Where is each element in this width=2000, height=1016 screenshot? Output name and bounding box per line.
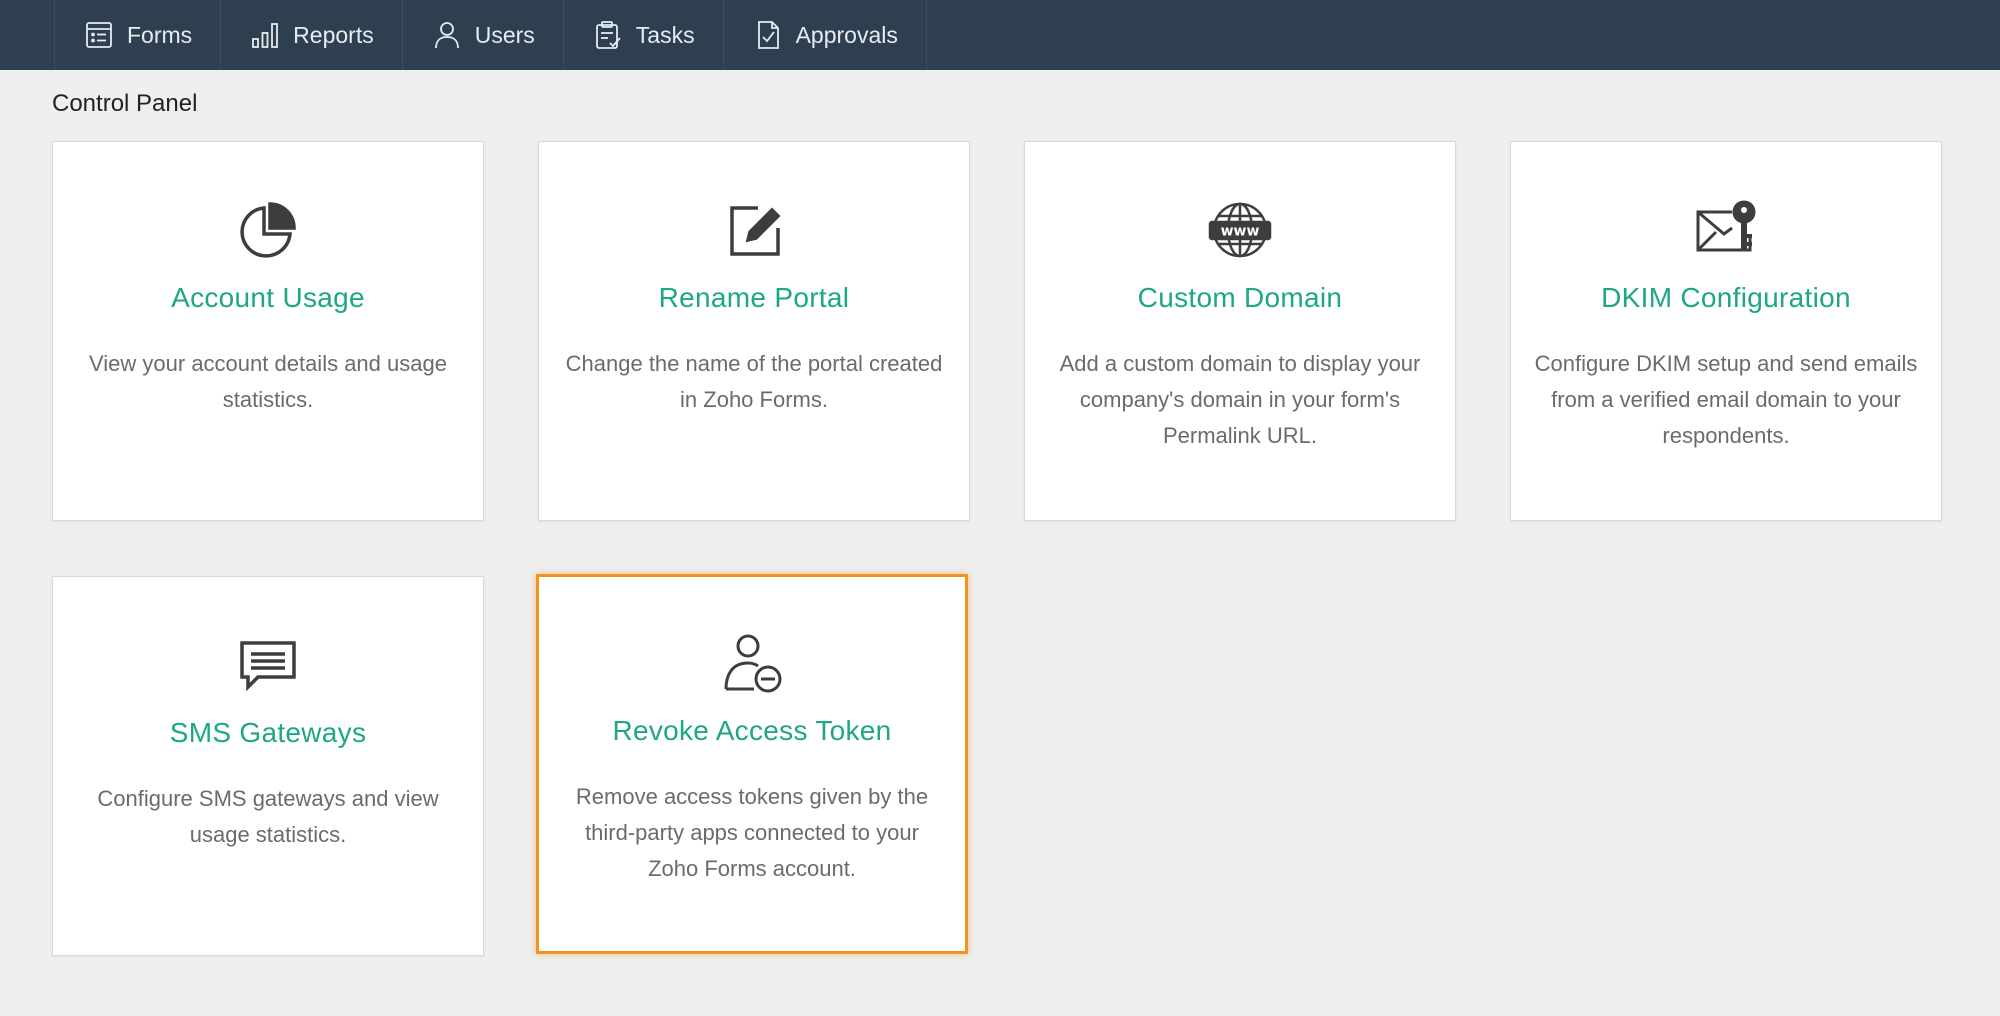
nav-item-label: Forms <box>127 21 193 48</box>
approvals-icon <box>752 19 784 51</box>
nav-item-reports[interactable]: Reports <box>220 0 402 70</box>
card-title: Rename Portal <box>658 282 850 313</box>
forms-icon <box>83 19 115 51</box>
main-nav: Forms Reports Users Tasks Approvals <box>54 0 927 70</box>
card-title: Revoke Access Token <box>612 715 892 746</box>
envelope-key-icon <box>1694 198 1758 262</box>
globe-www-icon: www <box>1208 198 1272 262</box>
card-description: Add a custom domain to display your comp… <box>1059 351 1421 448</box>
nav-item-forms[interactable]: Forms <box>54 0 220 70</box>
top-navigation-bar: Forms Reports Users Tasks Approvals <box>0 0 2000 70</box>
nav-item-label: Approvals <box>795 21 898 48</box>
card-description: Remove access tokens given by the third-… <box>575 784 929 881</box>
nav-item-users[interactable]: Users <box>401 0 563 70</box>
tasks-icon <box>592 19 624 51</box>
card-title: SMS Gateways <box>169 717 367 748</box>
nav-item-tasks[interactable]: Tasks <box>562 0 723 70</box>
card-description: View your account details and usage stat… <box>89 351 447 412</box>
reports-icon <box>249 19 281 51</box>
card-description: Change the name of the portal created in… <box>565 351 943 412</box>
edit-icon <box>722 198 786 262</box>
card-dkim-configuration[interactable]: DKIM Configuration Configure DKIM setup … <box>1510 141 1942 521</box>
pie-chart-icon <box>236 198 300 262</box>
nav-item-label: Reports <box>293 21 374 48</box>
card-title: Account Usage <box>171 282 365 313</box>
user-icon <box>431 19 463 51</box>
card-account-usage[interactable]: Account Usage View your account details … <box>52 141 484 521</box>
card-custom-domain[interactable]: www Custom Domain Add a custom domain to… <box>1024 141 1456 521</box>
chat-message-icon <box>236 633 300 697</box>
user-remove-icon <box>720 631 784 695</box>
card-revoke-access-token[interactable]: Revoke Access Token Remove access tokens… <box>536 574 968 954</box>
nav-item-label: Users <box>474 21 535 48</box>
card-sms-gateways[interactable]: SMS Gateways Configure SMS gateways and … <box>52 576 484 956</box>
card-title: DKIM Configuration <box>1601 282 1851 313</box>
card-description: Configure SMS gateways and view usage st… <box>97 786 439 847</box>
svg-text:www: www <box>1221 224 1260 240</box>
page-title: Control Panel <box>52 90 198 117</box>
card-rename-portal[interactable]: Rename Portal Change the name of the por… <box>538 141 970 521</box>
nav-item-approvals[interactable]: Approvals <box>722 0 927 70</box>
nav-item-label: Tasks <box>635 21 695 48</box>
card-description: Configure DKIM setup and send emails fro… <box>1534 351 1918 448</box>
card-title: Custom Domain <box>1137 282 1343 313</box>
